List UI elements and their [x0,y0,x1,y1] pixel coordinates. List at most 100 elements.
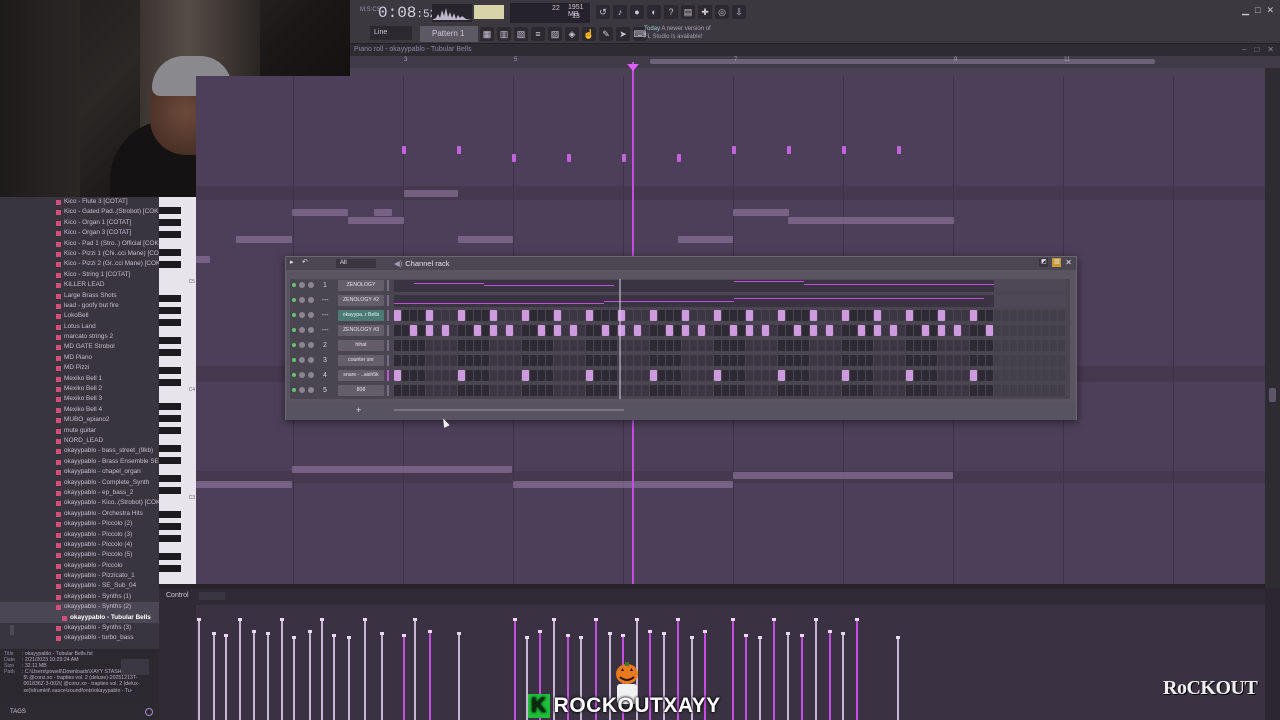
step-button[interactable] [786,340,793,351]
velocity-bar[interactable] [773,620,775,720]
pan-knob-icon[interactable] [299,387,305,393]
step-button[interactable] [906,340,913,351]
step-button[interactable] [786,355,793,366]
velocity-handle[interactable] [676,618,680,621]
step-button[interactable] [778,340,785,351]
step-button[interactable] [522,385,529,396]
channel-rack-icon[interactable]: ▧ [514,27,528,41]
step-button[interactable] [746,325,753,336]
step-button[interactable] [1050,355,1057,366]
channel-select-marker[interactable] [387,340,389,351]
step-button[interactable] [690,370,697,381]
step-view-icon[interactable]: ▥ [1052,258,1062,267]
browser-item[interactable]: MUBO_epiano2 [0,415,159,425]
step-button[interactable] [490,325,497,336]
step-button[interactable] [986,340,993,351]
channel-name-button[interactable]: 808 [338,385,384,396]
step-button[interactable] [730,340,737,351]
step-button[interactable] [826,355,833,366]
step-button[interactable] [922,325,929,336]
step-button[interactable] [826,340,833,351]
step-button[interactable] [1042,340,1049,351]
step-button[interactable] [562,310,569,321]
step-button[interactable] [650,325,657,336]
pan-knob-icon[interactable] [299,327,305,333]
step-button[interactable] [1042,370,1049,381]
step-button[interactable] [530,385,537,396]
step-button[interactable] [730,385,737,396]
step-button[interactable] [562,340,569,351]
velocity-bar[interactable] [213,634,215,720]
step-button[interactable] [1034,310,1041,321]
step-button[interactable] [818,385,825,396]
volume-knob-icon[interactable] [308,282,314,288]
mute-led-icon[interactable] [292,358,296,362]
channel-select-marker[interactable] [387,355,389,366]
step-button[interactable] [826,385,833,396]
browser-item[interactable]: okayypablo - bass_street_(9kb) [0,446,159,456]
step-button[interactable] [1034,355,1041,366]
velocity-handle[interactable] [648,630,652,633]
velocity-handle[interactable] [594,618,598,621]
step-button[interactable] [458,340,465,351]
step-button[interactable] [602,340,609,351]
step-button[interactable] [490,370,497,381]
step-button[interactable] [1034,325,1041,336]
step-button[interactable] [586,310,593,321]
step-button[interactable] [458,325,465,336]
step-button[interactable] [954,325,961,336]
step-button[interactable] [946,340,953,351]
step-button[interactable] [674,310,681,321]
arrow-icon[interactable]: ➤ [616,27,630,41]
note[interactable] [196,481,292,488]
step-button[interactable] [858,325,865,336]
step-button[interactable] [650,370,657,381]
step-button[interactable] [714,310,721,321]
step-button[interactable] [690,385,697,396]
step-button[interactable] [930,325,937,336]
step-button[interactable] [714,355,721,366]
channel-select-marker[interactable] [387,295,389,306]
step-button[interactable] [810,355,817,366]
browser-item[interactable]: okayypablo - Pizzicato_1 [0,571,159,581]
step-button[interactable] [586,355,593,366]
step-button[interactable] [514,325,521,336]
step-button[interactable] [970,370,977,381]
step-button[interactable] [482,385,489,396]
help-icon[interactable]: ? [664,5,678,19]
velocity-bar[interactable] [514,620,516,720]
step-button[interactable] [626,310,633,321]
step-button[interactable] [850,340,857,351]
step-button[interactable] [746,355,753,366]
step-button[interactable] [850,310,857,321]
step-button[interactable] [514,310,521,321]
step-button[interactable] [402,325,409,336]
step-button[interactable] [722,310,729,321]
browser-item[interactable]: Mexiko Bell 2 [0,384,159,394]
velocity-handle[interactable] [786,632,790,635]
channel-name-button[interactable]: ZENOLOGY #3 [338,325,384,336]
step-button[interactable] [578,340,585,351]
step-button[interactable] [426,340,433,351]
step-button[interactable] [890,385,897,396]
step-button[interactable] [418,385,425,396]
velocity-bar[interactable] [787,634,789,720]
channel-controls[interactable] [292,297,314,303]
step-button[interactable] [962,385,969,396]
step-button[interactable] [458,355,465,366]
step-button[interactable] [850,355,857,366]
step-button[interactable] [874,370,881,381]
velocity-handle[interactable] [363,618,367,621]
step-button[interactable] [746,340,753,351]
step-button[interactable] [898,310,905,321]
step-button[interactable] [554,325,561,336]
step-button[interactable] [746,385,753,396]
step-button[interactable] [666,325,673,336]
step-button[interactable] [530,370,537,381]
step-button[interactable] [634,325,641,336]
step-button[interactable] [586,325,593,336]
step-button[interactable] [410,325,417,336]
step-button[interactable] [546,340,553,351]
step-button[interactable] [770,385,777,396]
velocity-handle[interactable] [428,630,432,633]
